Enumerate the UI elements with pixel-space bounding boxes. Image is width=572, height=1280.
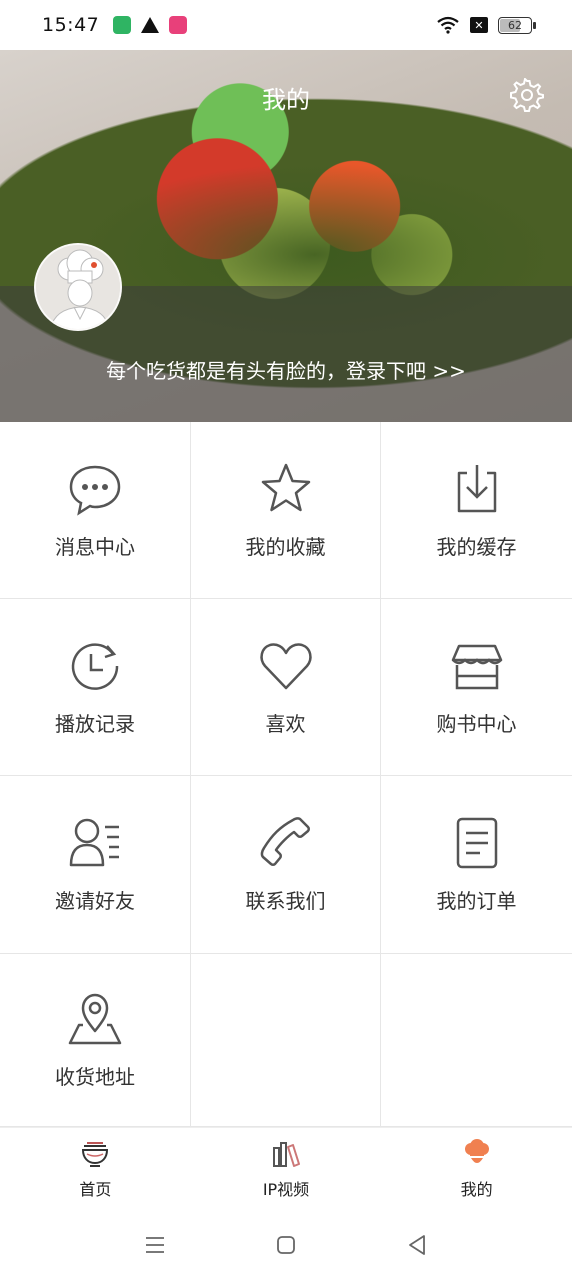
- order-icon: [456, 817, 497, 869]
- chef-avatar-icon: [36, 245, 120, 329]
- chef-icon: [464, 1139, 489, 1163]
- gear-icon[interactable]: [510, 78, 544, 112]
- status-bar: 15:47 ✕ 62: [0, 0, 572, 50]
- invite-icon: [69, 818, 119, 867]
- books-icon: [273, 1142, 300, 1167]
- store-icon: [451, 644, 502, 689]
- history-icon: [71, 642, 119, 690]
- status-notifications: [113, 16, 188, 34]
- back-icon[interactable]: [405, 1233, 429, 1257]
- menu-empty-cell: [191, 954, 381, 1127]
- no-sim-icon: ✕: [470, 17, 488, 33]
- menu-item-label: 消息中心: [55, 534, 135, 559]
- location-icon: [68, 993, 122, 1044]
- menu-item-likes[interactable]: 喜欢: [191, 599, 381, 776]
- menu-item-favorites[interactable]: 我的收藏: [191, 422, 381, 599]
- star-icon: [261, 463, 310, 511]
- status-system-icons: ✕ 62: [436, 16, 536, 34]
- warning-icon: [141, 17, 160, 33]
- menu-item-cache[interactable]: 我的缓存: [381, 422, 572, 599]
- tab-ip-video[interactable]: IP视频: [191, 1128, 382, 1210]
- app-notification-icon: [113, 16, 132, 34]
- menu-item-contact[interactable]: 联系我们: [191, 776, 381, 954]
- login-prompt-link[interactable]: 每个吃货都是有头有脸的，登录下吧 >>: [0, 355, 572, 384]
- system-nav-bar: [0, 1210, 572, 1280]
- menu-item-invite[interactable]: 邀请好友: [0, 776, 191, 954]
- avatar[interactable]: [34, 243, 122, 331]
- tab-label: 首页: [79, 1180, 112, 1199]
- app-notification-icon: [169, 16, 188, 34]
- menu-item-label: 邀请好友: [55, 889, 135, 913]
- menu-item-bookstore[interactable]: 购书中心: [381, 599, 572, 776]
- page-title: 我的: [262, 86, 310, 114]
- battery-level: 62: [508, 18, 522, 32]
- status-time: 15:47: [42, 14, 100, 36]
- menu-icon[interactable]: [143, 1233, 167, 1257]
- battery-icon: 62: [498, 16, 536, 34]
- menu-empty-cell: [381, 954, 572, 1127]
- bowl-icon: [82, 1142, 109, 1167]
- wifi-icon: [437, 16, 459, 34]
- tab-label: IP视频: [262, 1180, 310, 1199]
- download-icon: [457, 464, 496, 512]
- message-icon: [69, 465, 121, 516]
- menu-item-label: 我的订单: [436, 889, 517, 913]
- menu-grid: 消息中心 我的收藏 我的缓存 播放记录 喜欢 购书中心 邀请好友 联系我们 我的…: [0, 422, 572, 1127]
- menu-item-label: 喜欢: [265, 711, 306, 736]
- menu-item-orders[interactable]: 我的订单: [381, 776, 572, 954]
- menu-item-label: 我的收藏: [245, 534, 326, 559]
- tab-mine[interactable]: 我的: [381, 1128, 572, 1210]
- tab-home[interactable]: 首页: [0, 1128, 191, 1210]
- menu-item-label: 联系我们: [245, 889, 326, 913]
- bottom-tab-bar: 首页 IP视频 我的: [0, 1127, 572, 1210]
- phone-icon: [260, 817, 310, 866]
- menu-item-messages[interactable]: 消息中心: [0, 422, 191, 599]
- home-icon[interactable]: [274, 1233, 298, 1257]
- tab-label: 我的: [460, 1180, 493, 1199]
- menu-item-history[interactable]: 播放记录: [0, 599, 191, 776]
- heart-icon: [259, 642, 312, 689]
- menu-item-label: 收货地址: [55, 1064, 135, 1089]
- profile-header: 我的 每个吃货都是有头有脸的，登录下吧 >>: [0, 50, 572, 422]
- menu-item-address[interactable]: 收货地址: [0, 954, 191, 1127]
- menu-item-label: 购书中心: [436, 711, 517, 736]
- menu-item-label: 播放记录: [55, 711, 135, 736]
- menu-item-label: 我的缓存: [436, 534, 517, 559]
